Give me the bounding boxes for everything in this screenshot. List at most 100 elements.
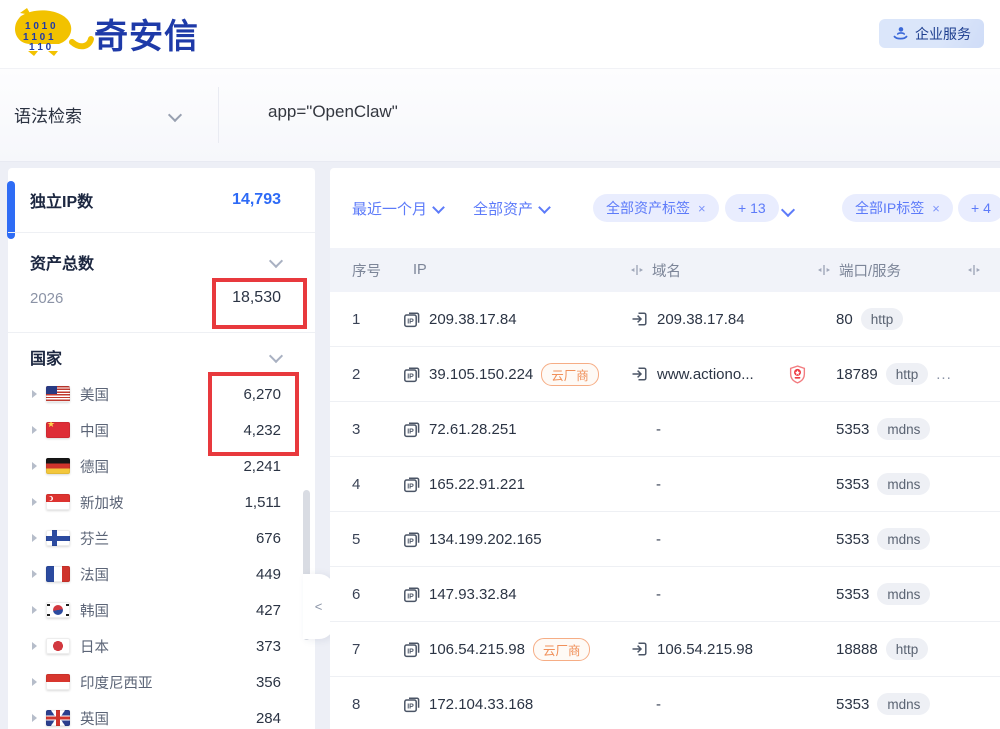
ip-copy-icon[interactable]: IP	[403, 585, 421, 603]
ip-copy-icon[interactable]: IP	[403, 640, 421, 658]
port-number: 18789	[836, 366, 878, 383]
table-row[interactable]: 8 IP 172.104.33.168 - 5353 mdns	[330, 677, 1000, 729]
search-query-input[interactable]: app="OpenClaw"	[268, 102, 398, 122]
svg-text:IP: IP	[407, 649, 414, 656]
service-pill: http	[886, 638, 929, 660]
country-count: 449	[256, 566, 281, 583]
chevron-down-icon[interactable]	[271, 253, 281, 271]
asset-scope-filter[interactable]: 全部资产	[473, 195, 549, 222]
country-row[interactable]: 韩国 427	[8, 592, 315, 628]
country-list: 美国 6,270 中国 4,232 德国 2,241 新加坡 1,511 芬兰 …	[8, 376, 315, 729]
qianxin-logo[interactable]: 1 0 1 0 1 1 0 1 1 1 0 奇安信	[8, 7, 199, 59]
asset-total-row[interactable]: 2026 18,530	[8, 280, 315, 316]
risk-shield-badge-icon[interactable]	[789, 365, 806, 384]
ip-tag-filter-pill[interactable]: 全部IP标签 ×	[842, 194, 953, 222]
table-row[interactable]: 2 IP 39.105.150.224 云厂商 www.actiono...	[330, 347, 1000, 402]
ip-copy-icon[interactable]: IP	[403, 695, 421, 713]
asset-tag-more-pill[interactable]: + 13	[725, 194, 779, 222]
domain-link-icon[interactable]	[631, 310, 649, 328]
chevron-down-icon[interactable]	[271, 348, 281, 366]
expand-caret-icon[interactable]	[32, 570, 37, 578]
ip-address[interactable]: 172.104.33.168	[429, 696, 533, 713]
domain-value[interactable]: -	[656, 696, 661, 713]
country-row[interactable]: 新加坡 1,511	[8, 484, 315, 520]
country-count: 356	[256, 674, 281, 691]
expand-caret-icon[interactable]	[32, 462, 37, 470]
more-services-ellipsis[interactable]: ...	[936, 366, 952, 383]
table-row[interactable]: 6 IP 147.93.32.84 - 5353 mdns	[330, 567, 1000, 622]
country-row[interactable]: 中国 4,232	[8, 412, 315, 448]
column-resize-icon[interactable]	[818, 264, 830, 276]
table-row[interactable]: 5 IP 134.199.202.165 - 5353 mdns	[330, 512, 1000, 567]
ip-copy-icon[interactable]: IP	[403, 310, 421, 328]
table-row[interactable]: 3 IP 72.61.28.251 - 5353 mdns	[330, 402, 1000, 457]
country-row[interactable]: 印度尼西亚 356	[8, 664, 315, 700]
ip-copy-icon[interactable]: IP	[403, 530, 421, 548]
asset-scope-label: 全部资产	[473, 198, 533, 219]
expand-caret-icon[interactable]	[32, 390, 37, 398]
country-row[interactable]: 英国 284	[8, 700, 315, 729]
column-resize-icon[interactable]	[631, 264, 643, 276]
close-icon[interactable]: ×	[932, 201, 940, 216]
domain-value[interactable]: 209.38.17.84	[657, 311, 745, 328]
svg-text:IP: IP	[407, 704, 414, 711]
domain-link-icon[interactable]	[631, 365, 649, 383]
time-range-label: 最近一个月	[352, 198, 427, 219]
search-mode-select[interactable]: 语法检索	[14, 102, 82, 127]
time-range-filter[interactable]: 最近一个月	[352, 195, 443, 222]
asset-tag-filter-pill[interactable]: 全部资产标签 ×	[593, 194, 719, 222]
expand-caret-icon[interactable]	[32, 498, 37, 506]
ip-address[interactable]: 147.93.32.84	[429, 586, 517, 603]
chevron-down-icon[interactable]	[170, 107, 180, 125]
row-index: 7	[330, 641, 403, 658]
asset-total-header[interactable]: 资产总数	[8, 244, 315, 280]
domain-value[interactable]: www.actiono...	[657, 366, 754, 383]
expand-caret-icon[interactable]	[32, 426, 37, 434]
domain-value[interactable]: -	[656, 421, 661, 438]
domain-value[interactable]: 106.54.215.98	[657, 641, 753, 658]
country-row[interactable]: 美国 6,270	[8, 376, 315, 412]
chevron-down-icon[interactable]	[783, 202, 793, 220]
country-row[interactable]: 德国 2,241	[8, 448, 315, 484]
expand-caret-icon[interactable]	[32, 534, 37, 542]
ip-address[interactable]: 165.22.91.221	[429, 476, 525, 493]
ip-copy-icon[interactable]: IP	[403, 475, 421, 493]
country-row[interactable]: 法国 449	[8, 556, 315, 592]
ip-address[interactable]: 134.199.202.165	[429, 531, 542, 548]
expand-caret-icon[interactable]	[32, 606, 37, 614]
svg-text:1 0 1 0: 1 0 1 0	[25, 21, 56, 32]
results-card: 最近一个月 全部资产 全部资产标签 × + 13 全部IP标签 × + 4 序号…	[330, 168, 1000, 729]
service-pill: mdns	[877, 528, 930, 550]
ip-copy-icon[interactable]: IP	[403, 420, 421, 438]
country-name: 韩国	[80, 600, 109, 621]
ip-address[interactable]: 209.38.17.84	[429, 311, 517, 328]
country-count: 2,241	[243, 458, 281, 475]
ip-tag-more-pill[interactable]: + 4	[958, 194, 1000, 222]
table-row[interactable]: 1 IP 209.38.17.84 209.38.17.84	[330, 292, 1000, 347]
table-row[interactable]: 4 IP 165.22.91.221 - 5353 mdns	[330, 457, 1000, 512]
enterprise-service-button[interactable]: 企业服务	[879, 19, 984, 48]
table-row[interactable]: 7 IP 106.54.215.98 云厂商 106.54.215.98	[330, 622, 1000, 677]
ip-address[interactable]: 72.61.28.251	[429, 421, 517, 438]
country-section-header[interactable]: 国家	[8, 342, 315, 372]
country-name: 德国	[80, 456, 109, 477]
expand-caret-icon[interactable]	[32, 714, 37, 722]
domain-value[interactable]: -	[656, 531, 661, 548]
country-row[interactable]: 芬兰 676	[8, 520, 315, 556]
domain-link-icon[interactable]	[631, 640, 649, 658]
column-resize-icon[interactable]	[968, 264, 980, 276]
ip-copy-icon[interactable]: IP	[403, 365, 421, 383]
close-icon[interactable]: ×	[698, 201, 706, 216]
country-row[interactable]: 日本 373	[8, 628, 315, 664]
ip-address[interactable]: 39.105.150.224	[429, 366, 533, 383]
logo-wordmark: 奇安信	[94, 9, 199, 58]
row-index: 4	[330, 476, 403, 493]
country-name: 芬兰	[80, 528, 109, 549]
domain-value[interactable]: -	[656, 476, 661, 493]
expand-caret-icon[interactable]	[32, 678, 37, 686]
country-flag-icon	[46, 602, 70, 618]
service-pill: mdns	[877, 473, 930, 495]
ip-address[interactable]: 106.54.215.98	[429, 641, 525, 658]
domain-value[interactable]: -	[656, 586, 661, 603]
expand-caret-icon[interactable]	[32, 642, 37, 650]
